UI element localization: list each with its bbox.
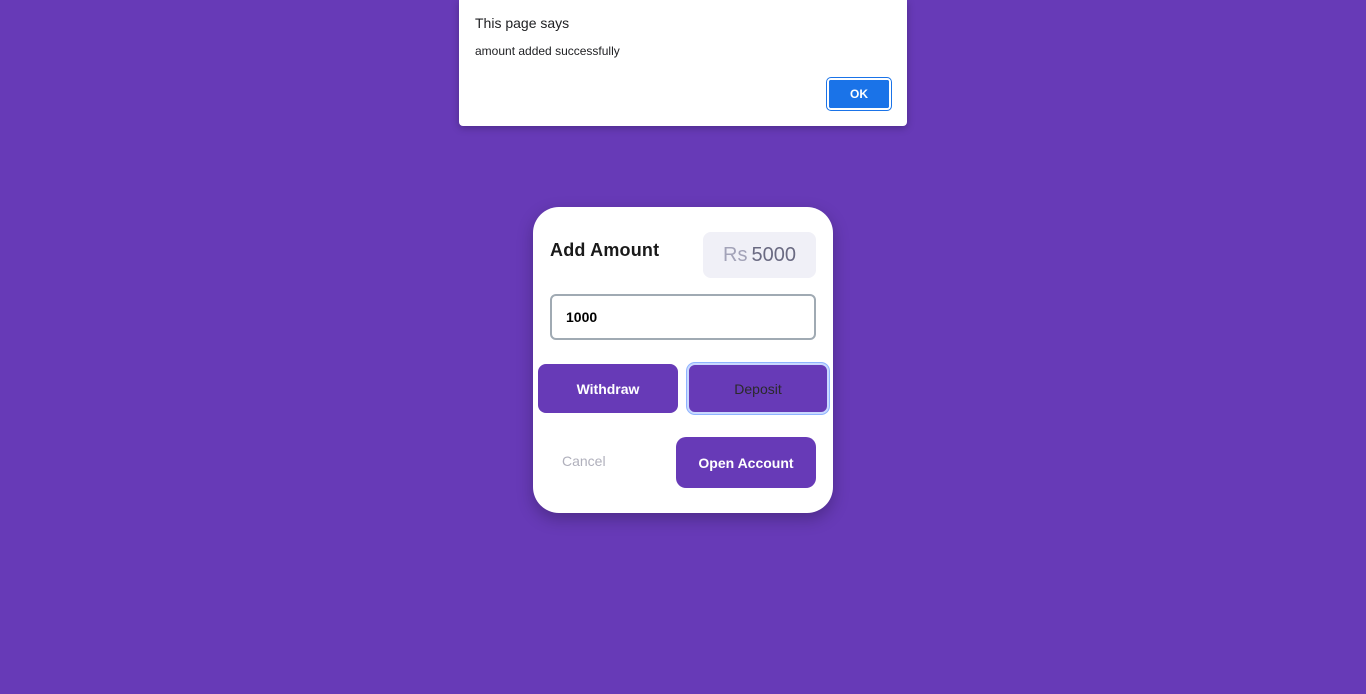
withdraw-button[interactable]: Withdraw — [538, 364, 678, 413]
alert-message: amount added successfully — [475, 44, 620, 58]
deposit-button[interactable]: Deposit — [687, 363, 829, 414]
cancel-button[interactable]: Cancel — [562, 453, 606, 469]
balance-currency: Rs — [723, 243, 748, 266]
add-amount-card: Add Amount Rs 5000 Withdraw Deposit Canc… — [533, 207, 833, 513]
alert-title: This page says — [475, 15, 570, 31]
amount-input[interactable] — [550, 294, 816, 340]
card-title: Add Amount — [550, 240, 660, 260]
open-account-button[interactable]: Open Account — [676, 437, 816, 488]
balance-display: Rs 5000 — [703, 232, 816, 278]
browser-alert-dialog: This page says amount added successfully… — [459, 0, 907, 126]
balance-value: 5000 — [751, 243, 796, 266]
alert-ok-button[interactable]: OK — [827, 78, 891, 110]
